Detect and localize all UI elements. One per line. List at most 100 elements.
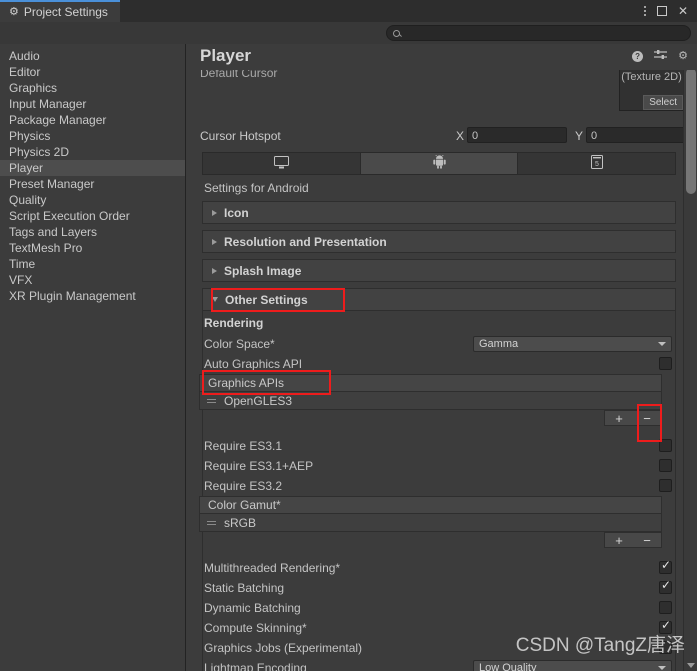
hotspot-y-field[interactable] [586,127,686,143]
sidebar-item-label: Graphics [9,81,58,95]
graphics-apis-header[interactable]: Graphics APIs [199,374,662,392]
chevron-right-icon [212,238,217,245]
kebab-menu-icon[interactable] [643,6,646,16]
color-gamut-list-footer: + − [604,532,662,548]
sidebar-item-label: VFX [9,273,33,287]
drag-handle-icon[interactable] [207,399,216,400]
platform-tab-standalone[interactable] [203,153,361,174]
color-gamut-header[interactable]: Color Gamut* [199,496,662,514]
gear-icon: ⚙ [9,5,19,18]
settings-for-label: Settings for Android [204,181,309,195]
graphics-jobs-label: Graphics Jobs (Experimental) [204,641,363,655]
hotspot-x-axis-label: X [456,129,465,143]
multithreaded-rendering-checkbox[interactable] [659,559,672,574]
preset-icon[interactable] [654,49,668,63]
platform-tab-android[interactable] [360,153,519,174]
close-icon[interactable]: ✕ [678,5,688,17]
require-es31-label: Require ES3.1 [204,439,283,453]
sidebar-item-xr-plugin-management[interactable]: XR Plugin Management [0,288,185,304]
graphics-apis-list-footer: + − [604,410,662,426]
sidebar-item-textmesh-pro[interactable]: TextMesh Pro [0,240,185,256]
hotspot-x-field[interactable] [467,127,567,143]
default-cursor-label: Default Cursor [200,70,278,80]
platform-tab-webgl[interactable]: 5 [518,153,676,174]
search-box[interactable] [386,25,691,41]
foldout-other-settings[interactable]: Other Settings [202,288,676,311]
add-graphics-api-button[interactable]: + [615,412,623,425]
sidebar-item-audio[interactable]: Audio [0,48,185,64]
sidebar-item-package-manager[interactable]: Package Manager [0,112,185,128]
sidebar-item-time[interactable]: Time [0,256,185,272]
sidebar-item-input-manager[interactable]: Input Manager [0,96,185,112]
foldout-label: Icon [224,205,249,220]
add-color-gamut-button[interactable]: + [615,534,623,547]
compute-skinning-label: Compute Skinning* [204,621,307,635]
sidebar-item-script-execution-order[interactable]: Script Execution Order [0,208,185,224]
foldout-label: Resolution and Presentation [224,234,387,249]
maximize-icon[interactable] [656,6,667,16]
require-es32-label: Require ES3.2 [204,479,283,493]
color-space-dropdown[interactable]: Gamma [473,336,672,352]
search-input[interactable] [400,27,690,39]
sidebar-item-editor[interactable]: Editor [0,64,185,80]
hotspot-y-input[interactable] [587,129,685,143]
graphics-apis-item-opengles3[interactable]: OpenGLES3 [199,392,662,410]
sidebar-item-physics[interactable]: Physics [0,128,185,144]
static-batching-checkbox[interactable] [659,579,672,594]
hotspot-x-input[interactable] [468,129,566,143]
foldout-label: Other Settings [225,292,308,307]
cursor-hotspot-label: Cursor Hotspot [200,129,281,143]
foldout-splash-image[interactable]: Splash Image [202,259,676,282]
multithreaded-rendering-row: Multithreaded Rendering* [186,558,676,578]
require-es31-aep-checkbox[interactable] [659,459,672,472]
foldout-resolution-and-presentation[interactable]: Resolution and Presentation [202,230,676,253]
auto-graphics-api-checkbox[interactable] [659,357,672,370]
vertical-scrollbar[interactable] [683,44,697,671]
remove-graphics-api-button[interactable]: − [643,412,651,425]
sidebar-item-label: Quality [9,193,47,207]
sidebar-item-preset-manager[interactable]: Preset Manager [0,176,185,192]
dynamic-batching-row: Dynamic Batching [186,598,676,618]
sidebar-item-quality[interactable]: Quality [0,192,185,208]
scrollbar-thumb[interactable] [686,68,696,194]
static-batching-row: Static Batching [186,578,676,598]
sidebar-item-player[interactable]: Player [0,160,185,176]
foldout-icon[interactable]: Icon [202,201,676,224]
sidebar-item-tags-and-layers[interactable]: Tags and Layers [0,224,185,240]
sidebar-item-label: Package Manager [9,113,107,127]
scroll-down-arrow-icon[interactable] [687,663,695,668]
default-cursor-object-field[interactable]: None (Texture 2D) Select [619,65,684,111]
select-button[interactable]: Select [643,95,683,110]
window-tab-project-settings[interactable]: ⚙ Project Settings [0,0,120,22]
remove-color-gamut-button[interactable]: − [643,534,651,547]
platform-tab-bar: 5 [202,152,676,175]
auto-graphics-api-label: Auto Graphics API [204,357,303,371]
window-tab-label: Project Settings [23,5,108,19]
dynamic-batching-label: Dynamic Batching [204,601,301,615]
sidebar-item-label: Preset Manager [9,177,95,191]
graphics-apis-label: Graphics APIs [208,376,285,390]
require-es31-checkbox[interactable] [659,439,672,452]
project-settings-window: ⚙ Project Settings ✕ Audio Editor Graphi… [0,0,697,671]
help-icon[interactable]: ? [632,50,644,62]
sidebar-item-physics-2d[interactable]: Physics 2D [0,144,185,160]
sidebar-item-vfx[interactable]: VFX [0,272,185,288]
dynamic-batching-checkbox[interactable] [659,601,672,614]
sidebar-item-label: Physics [9,129,51,143]
settings-sidebar: Audio Editor Graphics Input Manager Pack… [0,44,186,671]
object-field-type-label: (Texture 2D) [621,71,682,83]
graphics-api-value: OpenGLES3 [224,393,293,408]
color-gamut-item-srgb[interactable]: sRGB [199,514,662,532]
search-icon [393,29,400,37]
require-es32-checkbox[interactable] [659,479,672,492]
lightmap-encoding-value: Low Quality [479,662,537,671]
sidebar-item-graphics[interactable]: Graphics [0,80,185,96]
cursor-hotspot-row: Cursor Hotspot X Y [186,126,686,146]
sidebar-item-label: Input Manager [9,97,87,111]
drag-handle-icon[interactable] [207,521,216,522]
gear-icon[interactable]: ⚙ [678,50,688,62]
lightmap-encoding-dropdown[interactable]: Low Quality [473,660,672,671]
static-batching-label: Static Batching [204,581,285,595]
player-settings-panel: Default Cursor None (Texture 2D) Select … [186,44,697,671]
color-gamut-value: sRGB [224,515,257,530]
